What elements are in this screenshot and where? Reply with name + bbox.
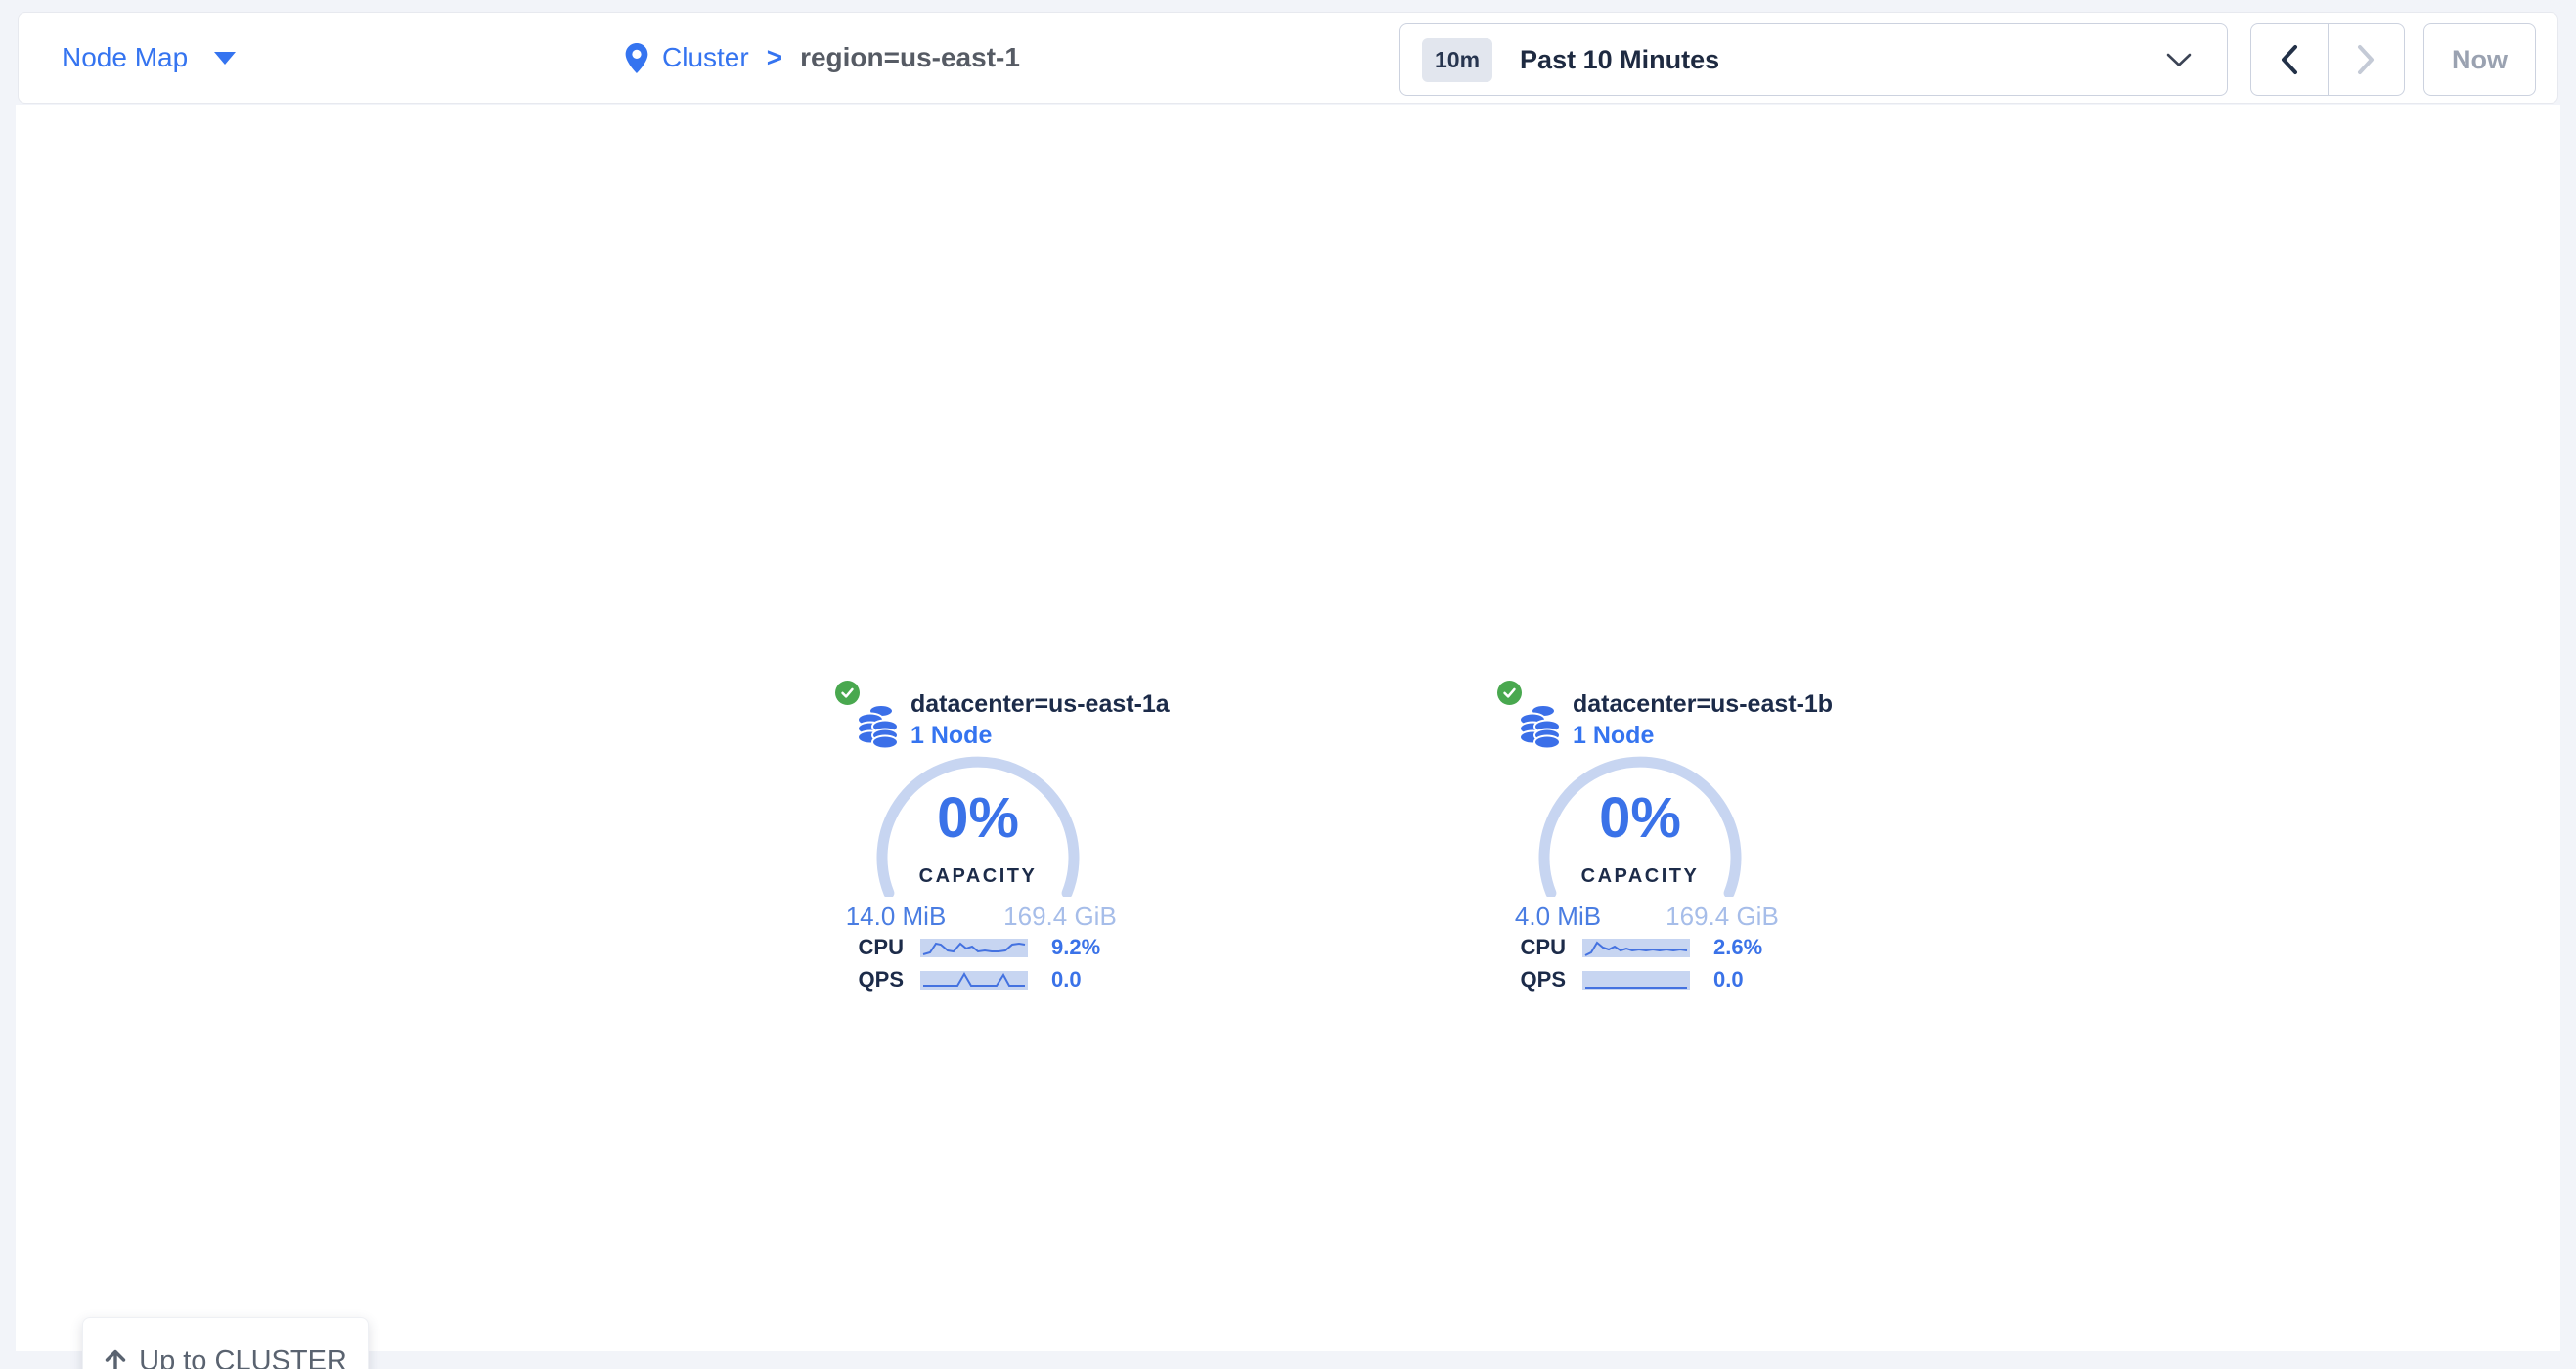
qps-label: QPS: [835, 967, 904, 993]
cpu-label: CPU: [835, 935, 904, 960]
qps-sparkline: [1582, 971, 1690, 990]
now-button[interactable]: Now: [2423, 23, 2536, 96]
qps-label: QPS: [1497, 967, 1566, 993]
qps-value: 0.0: [1713, 967, 1744, 993]
locality-node-count-link[interactable]: 1 Node: [1573, 722, 1654, 750]
locality-title: datacenter=us-east-1b: [1573, 690, 1833, 719]
breadcrumb-separator: >: [767, 42, 782, 73]
view-dropdown-label: Node Map: [62, 42, 188, 73]
cpu-value: 2.6%: [1713, 935, 1762, 960]
time-range-select[interactable]: 10m Past 10 Minutes: [1399, 23, 2228, 96]
locality-databases-icon: [1519, 702, 1562, 749]
header-bar: Node Map Cluster > region=us-east-1 10m …: [18, 12, 2558, 104]
qps-value: 0.0: [1051, 967, 1082, 993]
chevron-down-icon: [2166, 53, 2192, 67]
qps-stat-row: QPS 0.0: [1497, 969, 1744, 991]
caret-down-icon: [214, 52, 236, 65]
time-next-button[interactable]: [2328, 24, 2405, 95]
time-range-label: Past 10 Minutes: [1520, 45, 1719, 75]
time-step-buttons: [2250, 23, 2405, 96]
locality-title: datacenter=us-east-1a: [910, 690, 1170, 719]
locality-card-us-east-1a[interactable]: datacenter=us-east-1a 1 Node 0% CAPACITY…: [835, 677, 1121, 1004]
capacity-values-row: 14.0 MiB 169.4 GiB: [835, 902, 1121, 931]
breadcrumb-cluster-link[interactable]: Cluster: [662, 42, 749, 73]
capacity-total: 169.4 GiB: [999, 902, 1121, 932]
chevron-right-icon: [2355, 43, 2376, 76]
chevron-left-icon: [2279, 43, 2300, 76]
qps-sparkline: [920, 971, 1028, 990]
capacity-percentage: 0%: [835, 785, 1121, 851]
cpu-sparkline: [920, 939, 1028, 957]
capacity-percentage: 0%: [1497, 785, 1783, 851]
capacity-values-row: 4.0 MiB 169.4 GiB: [1497, 902, 1783, 931]
qps-stat-row: QPS 0.0: [835, 969, 1082, 991]
time-range-badge: 10m: [1422, 38, 1492, 82]
locality-node-count-link[interactable]: 1 Node: [910, 722, 992, 750]
capacity-label: CAPACITY: [835, 865, 1121, 888]
cpu-stat-row: CPU 9.2%: [835, 937, 1100, 958]
capacity-used: 4.0 MiB: [1497, 902, 1619, 932]
up-to-cluster-button[interactable]: Up to CLUSTER: [82, 1317, 369, 1369]
arrow-up-icon: [104, 1348, 127, 1369]
locality-card-us-east-1b[interactable]: datacenter=us-east-1b 1 Node 0% CAPACITY…: [1497, 677, 1783, 1004]
cpu-stat-row: CPU 2.6%: [1497, 937, 1762, 958]
healthy-check-icon: [1497, 681, 1522, 705]
cpu-value: 9.2%: [1051, 935, 1100, 960]
breadcrumb-current: region=us-east-1: [800, 42, 1020, 73]
capacity-label: CAPACITY: [1497, 865, 1783, 888]
locality-databases-icon: [857, 702, 900, 749]
capacity-used: 14.0 MiB: [835, 902, 956, 932]
up-to-cluster-label: Up to CLUSTER: [139, 1346, 347, 1369]
healthy-check-icon: [835, 681, 860, 705]
capacity-total: 169.4 GiB: [1662, 902, 1783, 932]
location-pin-icon: [625, 43, 648, 73]
cpu-label: CPU: [1497, 935, 1566, 960]
time-prev-button[interactable]: [2251, 24, 2328, 95]
cpu-sparkline: [1582, 939, 1690, 957]
node-map-canvas: datacenter=us-east-1a 1 Node 0% CAPACITY…: [16, 105, 2560, 1351]
view-dropdown[interactable]: Node Map: [62, 13, 236, 103]
breadcrumb: Cluster > region=us-east-1: [625, 13, 1020, 103]
